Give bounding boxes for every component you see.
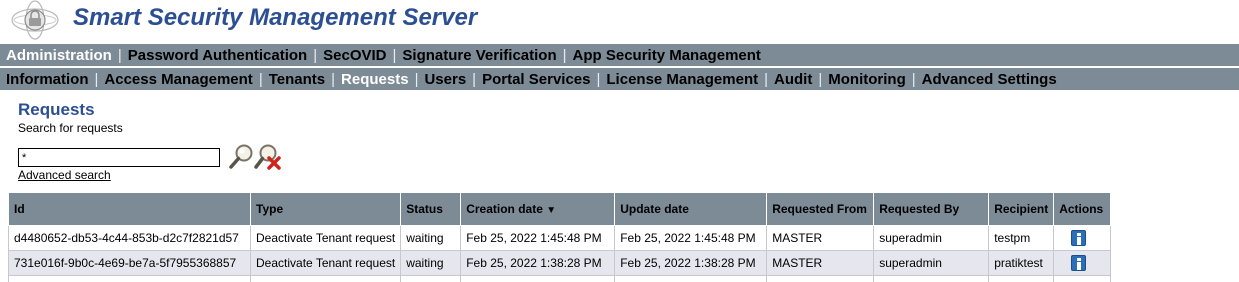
page-subtitle: Search for requests (18, 121, 123, 135)
cell-update-date: Feb 25, 2022 1:38:28 PM (614, 250, 768, 276)
nav-item-requests[interactable]: Requests (341, 71, 409, 88)
column-header-status[interactable]: Status (400, 192, 462, 226)
nav-item-password-authentication[interactable]: Password Authentication (128, 47, 307, 64)
cell-update-date: Feb 25, 2022 1:45:48 PM (614, 225, 768, 251)
cell-id: 731e016f-9b0c-4e69-be7a-5f7955368857 (8, 250, 251, 276)
secondary-nav: Information | Access Management | Tenant… (0, 68, 1239, 90)
nav-separator: | (472, 70, 477, 88)
requests-table: Id Type Status Creation date ▼ Update da… (8, 192, 1112, 282)
nav-item-advanced-settings[interactable]: Advanced Settings (922, 71, 1057, 88)
nav-separator: | (392, 46, 397, 64)
table-row[interactable]: 731e016f-9b0c-4e69-be7a-5f7955368857 Dea… (8, 250, 1112, 276)
app-title: Smart Security Management Server (73, 4, 478, 31)
table-row[interactable]: d4480652-db53-4c44-853b-d2c7f2821d57 Dea… (8, 225, 1112, 251)
cell-status: waiting (400, 225, 462, 251)
nav-item-license-management[interactable]: License Management (606, 71, 758, 88)
nav-item-users[interactable]: Users (424, 71, 466, 88)
cell-recipient: pratiktest (988, 250, 1055, 276)
nav-separator: | (94, 70, 99, 88)
cell-type: Deactivate Tenant request (249, 225, 402, 251)
column-header-update-date[interactable]: Update date (614, 192, 768, 226)
cell-requested-by: superadmin (873, 225, 990, 251)
page-title: Requests (18, 100, 95, 119)
header: Smart Security Management Server (0, 0, 1239, 44)
nav-separator: | (258, 70, 263, 88)
magnifier-clear-icon[interactable] (254, 142, 282, 170)
cell-recipient: testpm (988, 225, 1055, 251)
nav-item-information[interactable]: Information (6, 71, 89, 88)
info-icon[interactable] (1071, 230, 1087, 246)
nav-item-signature-verification[interactable]: Signature Verification (402, 47, 556, 64)
cell-type: Deactivate Tenant request (249, 250, 402, 276)
cell-id: d4480652-db53-4c44-853b-d2c7f2821d57 (8, 225, 251, 251)
nav-item-tenants[interactable]: Tenants (269, 71, 325, 88)
primary-nav: Administration | Password Authentication… (0, 44, 1239, 66)
nav-item-access-management[interactable]: Access Management (104, 71, 252, 88)
cell-actions (1053, 225, 1112, 251)
cell-creation-date: Feb 25, 2022 1:38:28 PM (460, 250, 616, 276)
nav-item-administration[interactable]: Administration (6, 47, 112, 64)
magnifier-icon[interactable] (228, 142, 256, 170)
column-header-creation-date-label: Creation date (466, 202, 543, 216)
cell-actions (1053, 250, 1112, 276)
column-header-type[interactable]: Type (249, 192, 402, 226)
globe-lock-icon (11, 0, 59, 40)
nav-item-app-security-management[interactable]: App Security Management (573, 47, 761, 64)
nav-separator: | (313, 46, 318, 64)
nav-item-monitoring[interactable]: Monitoring (828, 71, 905, 88)
nav-item-audit[interactable]: Audit (774, 71, 812, 88)
sort-descending-icon: ▼ (546, 205, 557, 216)
cell-requested-from: MASTER (766, 225, 875, 251)
nav-separator: | (414, 70, 419, 88)
table-header-row: Id Type Status Creation date ▼ Update da… (8, 192, 1112, 226)
cell-creation-date: Feb 25, 2022 1:45:48 PM (460, 225, 616, 251)
nav-separator: | (331, 70, 336, 88)
cell-requested-from: MASTER (766, 250, 875, 276)
column-header-requested-by[interactable]: Requested By (873, 192, 990, 226)
column-header-id[interactable]: Id (8, 192, 251, 226)
column-header-creation-date[interactable]: Creation date ▼ (460, 192, 616, 226)
nav-separator: | (117, 46, 122, 64)
nav-separator: | (818, 70, 823, 88)
column-header-actions: Actions (1053, 192, 1112, 226)
info-icon[interactable] (1071, 255, 1087, 271)
cell-requested-by: superadmin (873, 250, 990, 276)
nav-item-portal-services[interactable]: Portal Services (482, 71, 590, 88)
nav-separator: | (911, 70, 916, 88)
advanced-search-link[interactable]: Advanced search (18, 168, 111, 182)
nav-separator: | (596, 70, 601, 88)
nav-separator: | (764, 70, 769, 88)
nav-separator: | (562, 46, 567, 64)
search-input[interactable] (18, 148, 220, 167)
cell-status: waiting (400, 250, 462, 276)
column-header-recipient[interactable]: Recipient (988, 192, 1055, 226)
nav-item-secovid[interactable]: SecOVID (323, 47, 386, 64)
column-header-requested-from[interactable]: Requested From (766, 192, 875, 226)
